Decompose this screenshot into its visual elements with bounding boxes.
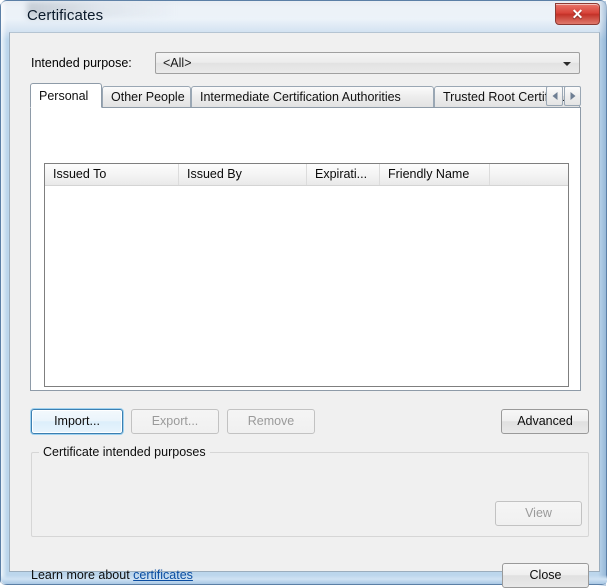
tab-label: Personal (39, 89, 89, 103)
listview-column-header-row: Issued To Issued By Expirati... Friendly Na… (45, 164, 568, 186)
tab-intermediate-certification-authorities[interactable]: Intermediate Certification Authorities (191, 86, 434, 107)
learn-more-text: Learn more about certificates (31, 568, 193, 582)
column-header-issued-to[interactable]: Issued To (45, 164, 179, 185)
advanced-button[interactable]: Advanced (501, 409, 589, 434)
tab-personal[interactable]: Personal (30, 83, 102, 108)
column-header-issued-by[interactable]: Issued By (179, 164, 307, 185)
tab-page-personal: Issued To Issued By Expirati... Friendly Na… (30, 107, 581, 391)
intended-purpose-label: Intended purpose: (31, 56, 132, 70)
certificates-help-link[interactable]: certificates (133, 568, 193, 582)
remove-button: Remove (227, 409, 315, 434)
intended-purpose-combobox[interactable]: <All> (155, 52, 580, 74)
close-icon: ✕ (571, 6, 584, 22)
view-button: View (495, 501, 582, 526)
certificates-listview[interactable]: Issued To Issued By Expirati... Friendly Na… (44, 163, 569, 387)
title-bar[interactable]: Certificates ✕ (1, 1, 607, 33)
tab-label: Intermediate Certification Authorities (200, 90, 401, 104)
certificate-intended-purposes-title: Certificate intended purposes (39, 445, 210, 459)
tab-label: Other People (111, 90, 185, 104)
window-title: Certificates (27, 7, 104, 24)
tab-strip: Personal Other People Intermediate Certifi… (30, 83, 581, 108)
tab-scroll-right-button[interactable] (564, 86, 581, 106)
chevron-down-icon (563, 62, 571, 66)
dialog-client-area: Intended purpose: <All> Personal Other Pe… (9, 32, 600, 588)
certificates-dialog-window: Certificates ✕ Intended purpose: <All> P… (0, 0, 607, 588)
window-close-button[interactable]: ✕ (555, 3, 600, 25)
import-button[interactable]: Import... (31, 409, 123, 434)
chevron-left-icon (552, 92, 557, 100)
tab-other-people[interactable]: Other People (102, 86, 191, 107)
window-frame-left-edge (1, 1, 7, 586)
column-header-friendly-name[interactable]: Friendly Name (380, 164, 490, 185)
listview-body-empty[interactable] (45, 186, 568, 386)
tab-scroll-left-button[interactable] (546, 86, 563, 106)
close-dialog-button[interactable]: Close (502, 563, 589, 588)
chevron-right-icon (570, 92, 575, 100)
intended-purpose-selected-value: <All> (163, 56, 192, 70)
column-header-expirati[interactable]: Expirati... (307, 164, 380, 185)
learn-more-prefix: Learn more about (31, 568, 134, 582)
export-button: Export... (131, 409, 219, 434)
column-header-blank[interactable] (490, 164, 568, 185)
